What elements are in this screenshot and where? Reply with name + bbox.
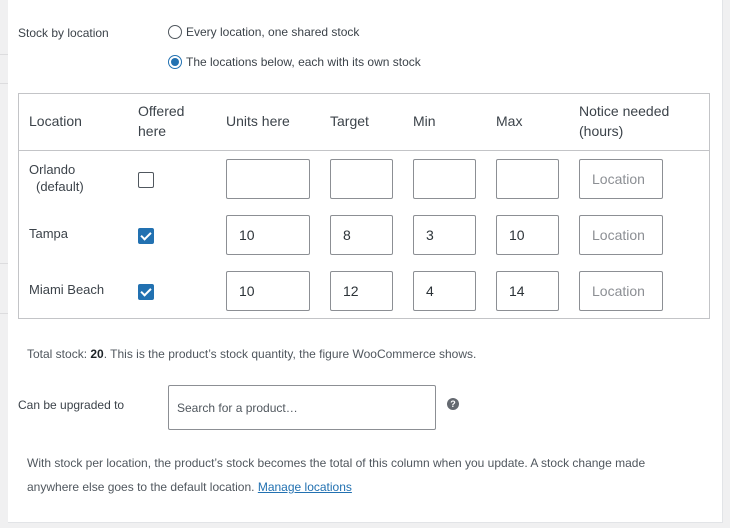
units-input-tampa[interactable]: 10 <box>226 215 310 255</box>
total-stock-suffix: . This is the product’s stock quantity, … <box>103 347 477 361</box>
upgrade-label: Can be upgraded to <box>18 398 125 412</box>
total-stock-prefix: Total stock: <box>27 347 91 361</box>
notice-input-miami-beach[interactable]: Location <box>579 271 663 311</box>
column-header-offered: Offered here <box>138 101 184 141</box>
left-edge-rule <box>0 83 8 84</box>
column-header-offered-line1: Offered <box>138 103 185 119</box>
target-input-miami-beach[interactable]: 12 <box>330 271 393 311</box>
total-stock-note: Total stock: 20. This is the product’s s… <box>27 347 476 361</box>
radio-option-label: Every location, one shared stock <box>186 25 360 39</box>
max-input-miami-beach[interactable]: 14 <box>496 271 559 311</box>
column-header-max: Max <box>496 113 523 129</box>
help-icon[interactable]: ? <box>447 398 459 410</box>
notice-input-orlando[interactable]: Location <box>579 159 663 199</box>
column-header-notice-line1: Notice needed <box>579 103 670 119</box>
max-input-tampa[interactable]: 10 <box>496 215 559 255</box>
column-header-notice: Notice needed (hours) <box>579 101 669 141</box>
offered-checkbox-tampa[interactable] <box>138 228 154 244</box>
stock-mode-label: Stock by location <box>18 26 109 40</box>
radio-option-label: The locations below, each with its own s… <box>186 55 421 69</box>
radio-unchecked-icon[interactable] <box>168 25 182 39</box>
stock-footer-note: With stock per location, the product’s s… <box>27 451 667 499</box>
column-header-offered-line2: here <box>138 123 167 139</box>
location-name-line1: Orlando <box>29 162 76 177</box>
location-name-orlando: Orlando (default) <box>29 161 84 195</box>
units-input-orlando[interactable] <box>226 159 310 199</box>
manage-locations-link[interactable]: Manage locations <box>258 480 352 494</box>
radio-checked-icon[interactable] <box>168 55 182 69</box>
column-header-units: Units here <box>226 113 290 129</box>
target-input-tampa[interactable]: 8 <box>330 215 393 255</box>
units-input-miami-beach[interactable]: 10 <box>226 271 310 311</box>
min-input-miami-beach[interactable]: 4 <box>413 271 476 311</box>
min-input-tampa[interactable]: 3 <box>413 215 476 255</box>
column-header-target: Target <box>330 113 369 129</box>
location-name-tampa: Tampa <box>29 226 69 241</box>
left-edge-rule <box>0 313 8 314</box>
location-name-line2: (default) <box>36 179 84 194</box>
max-input-orlando[interactable] <box>496 159 559 199</box>
radio-option-per-location[interactable]: The locations below, each with its own s… <box>168 55 421 69</box>
offered-checkbox-miami-beach[interactable] <box>138 284 154 300</box>
column-header-notice-line2: (hours) <box>579 123 624 139</box>
left-edge-rule <box>0 263 8 264</box>
column-header-location: Location <box>29 113 82 129</box>
location-stock-table: Location Offered here Units here Target … <box>18 93 710 319</box>
notice-input-tampa[interactable]: Location <box>579 215 663 255</box>
min-input-orlando[interactable] <box>413 159 476 199</box>
location-name-miami-beach: Miami Beach <box>29 282 105 297</box>
inventory-panel: Stock by location Every location, one sh… <box>8 0 723 523</box>
left-edge-rule <box>0 54 8 55</box>
radio-option-shared[interactable]: Every location, one shared stock <box>168 25 359 39</box>
total-stock-value: 20 <box>90 347 104 361</box>
table-header-divider <box>19 150 709 151</box>
product-search-input[interactable]: Search for a product… <box>168 385 436 430</box>
column-header-min: Min <box>413 113 436 129</box>
target-input-orlando[interactable] <box>330 159 393 199</box>
offered-checkbox-orlando[interactable] <box>138 172 154 188</box>
